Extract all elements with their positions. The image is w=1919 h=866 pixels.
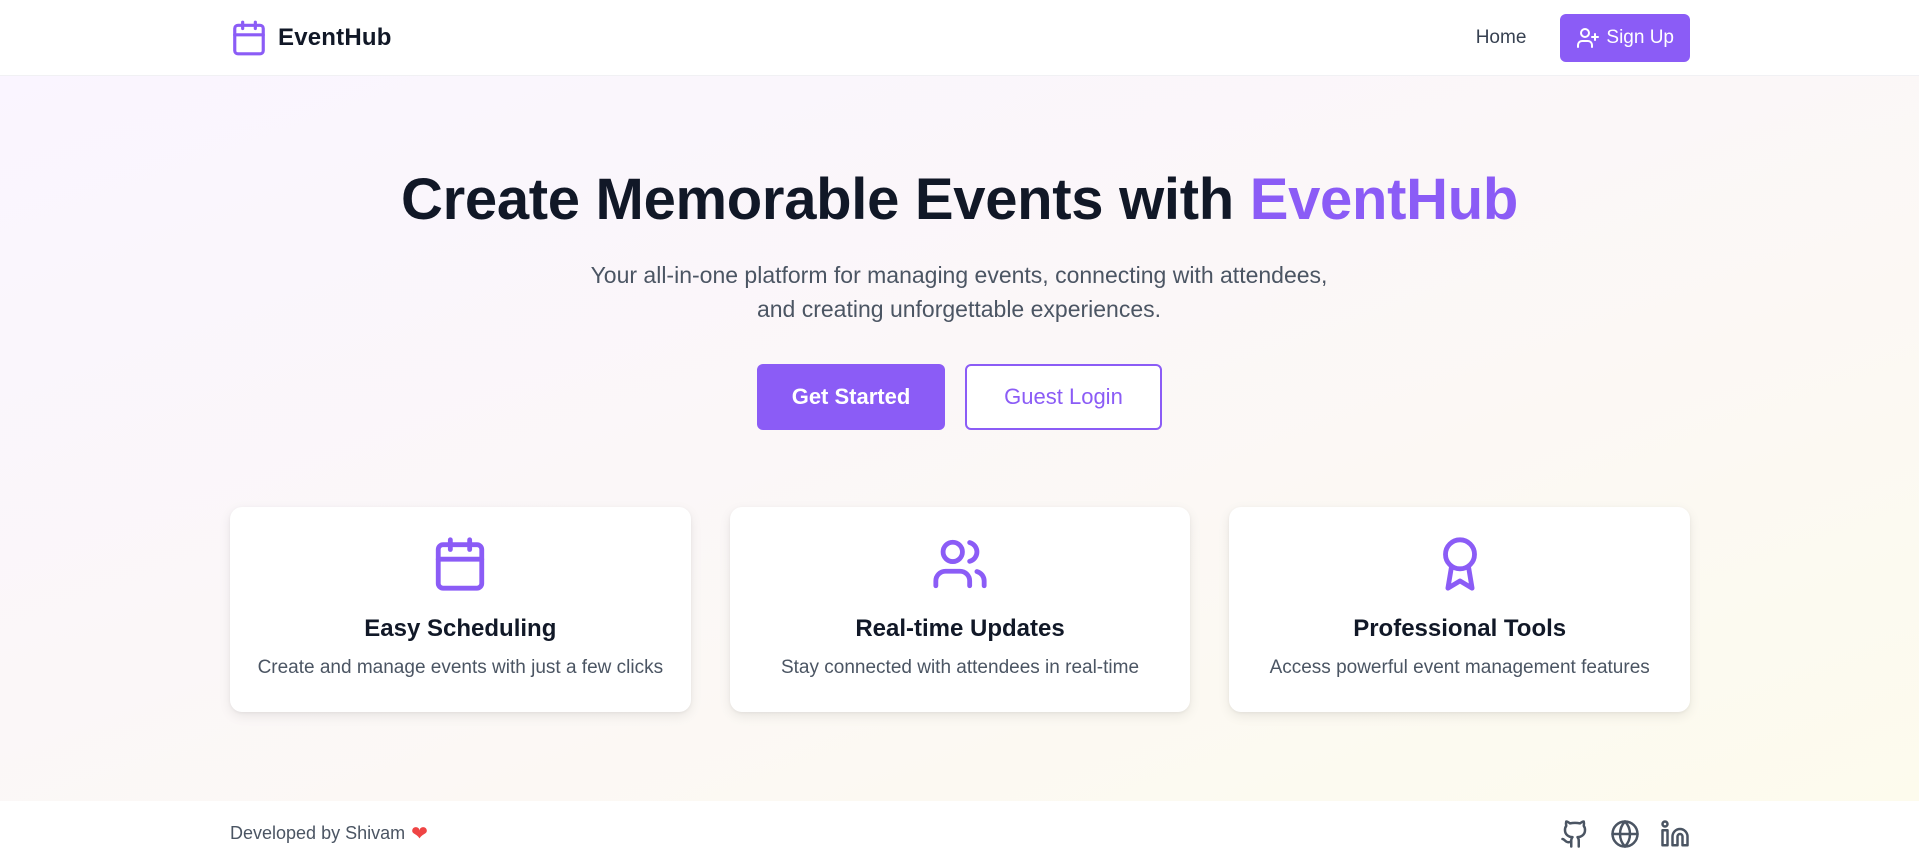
social-links [1560,819,1690,849]
award-icon [1442,537,1477,591]
website-link[interactable] [1610,819,1640,849]
feature-card-scheduling: Easy Scheduling Create and manage events… [230,507,691,712]
credit-text: Developed by Shivam [230,823,406,843]
feature-title: Real-time Updates [855,615,1065,642]
get-started-button[interactable]: Get Started [757,364,945,430]
hero-title-prefix: Create Memorable Events with [401,167,1234,232]
features-grid: Easy Scheduling Create and manage events… [230,507,1691,712]
linkedin-link[interactable] [1660,819,1690,849]
hero-section: Create Memorable Events with EventHub Yo… [0,76,1919,801]
linkedin-icon [1661,819,1689,846]
feature-title: Easy Scheduling [364,615,557,642]
feature-title: Professional Tools [1353,615,1567,642]
github-icon [1561,819,1587,848]
globe-icon [1611,819,1639,848]
feature-card-tools: Professional Tools Access powerful event… [1229,507,1691,712]
hero-subtitle-line-1: Your all-in-one platform for managing ev… [590,262,1328,288]
nav-links: Home Sign Up [1476,14,1690,62]
sign-up-button[interactable]: Sign Up [1560,14,1690,62]
hero-title-accent: EventHub [1249,167,1519,232]
footer: Developed by Shivam ❤ [0,801,1919,866]
feature-description: Access powerful event management feature… [1269,657,1650,678]
heart-icon: ❤ [411,822,428,845]
sign-up-label: Sign Up [1606,27,1674,48]
users-icon [933,539,987,589]
github-link[interactable] [1560,819,1590,849]
guest-login-button[interactable]: Guest Login [965,364,1162,430]
calendar-icon [436,537,485,591]
navbar: EventHub Home Sign Up [0,0,1919,76]
calendar-icon [233,20,265,56]
footer-inner: Developed by Shivam ❤ [230,801,1690,866]
hero-subtitle-line-2: and creating unforgettable experiences. [756,296,1162,322]
brand-name: EventHub [278,24,392,51]
hero-title: Create Memorable Events with EventHub [0,166,1919,233]
feature-card-updates: Real-time Updates Stay connected with at… [729,507,1191,712]
navbar-inner: EventHub Home Sign Up [230,0,1690,76]
footer-credit: Developed by Shivam ❤ [230,823,428,844]
feature-description: Stay connected with attendees in real-ti… [780,657,1140,678]
hero-subtitle: Your all-in-one platform for managing ev… [509,258,1409,326]
hero-actions: Get Started Guest Login [0,364,1919,430]
feature-description: Create and manage events with just a few… [257,657,664,678]
user-plus-icon [1577,28,1600,48]
brand-logo[interactable]: EventHub [230,19,392,57]
nav-home-link[interactable]: Home [1476,27,1527,49]
